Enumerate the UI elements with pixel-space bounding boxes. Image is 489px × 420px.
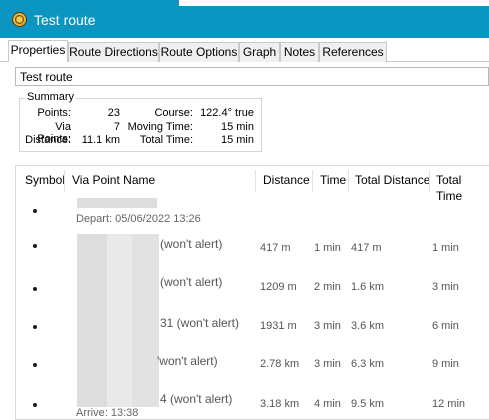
tab-strip: Properties Route Directions Route Option…: [8, 40, 489, 62]
column-divider[interactable]: [64, 170, 65, 192]
redacted-name: [132, 266, 159, 304]
list-row[interactable]: (won't alert) 1209 m 2 min 1.6 km 3 min: [16, 266, 489, 304]
route-name-field[interactable]: [15, 67, 489, 86]
total-time-cell: 12 min: [432, 398, 466, 410]
course-value: 122.4° true: [200, 107, 254, 119]
depart-time: Depart: 05/06/2022 13:26: [76, 213, 201, 225]
distance-cell: 1209 m: [260, 281, 297, 293]
total-distance-cell: 1.6 km: [351, 281, 385, 293]
tab-graph[interactable]: Graph: [239, 42, 280, 62]
total-time-cell: 6 min: [432, 320, 459, 332]
list-row[interactable]: (won't alert) 417 m 1 min 417 m 1 min: [16, 228, 489, 266]
tab-notes[interactable]: Notes: [280, 42, 319, 62]
redacted-name: [132, 234, 159, 266]
window-title: Test route: [34, 12, 96, 28]
list-row[interactable]: 31 (won't alert) 1931 m 3 min 3.6 km 6 m…: [16, 304, 489, 342]
column-header-name[interactable]: Via Point Name: [72, 172, 155, 196]
via-point-symbol-icon: [33, 325, 37, 329]
redacted-name: [77, 234, 107, 266]
column-divider[interactable]: [429, 170, 430, 192]
via-points-value: 7: [113, 121, 120, 133]
column-divider[interactable]: [255, 170, 256, 192]
via-point-name: 31 (won't alert): [160, 316, 239, 330]
distance-value: 11.1 km: [81, 134, 120, 146]
distance-cell: 2.78 km: [260, 358, 300, 370]
via-point-symbol-icon: [33, 363, 37, 367]
distance-cell: 1931 m: [260, 320, 297, 332]
via-point-symbol-icon: [33, 244, 37, 248]
via-point-symbol-icon: [33, 287, 37, 291]
total-time-cell: 1 min: [432, 242, 459, 254]
column-header-time[interactable]: Time: [320, 172, 346, 196]
column-divider[interactable]: [348, 170, 349, 192]
distance-cell: 3.18 km: [260, 398, 300, 410]
via-points-list[interactable]: Symbol Via Point Name Distance Time Tota…: [15, 165, 489, 420]
list-row-depart[interactable]: Depart: 05/06/2022 13:26: [16, 196, 489, 228]
redacted-name: [77, 266, 107, 304]
redacted-name: [132, 304, 159, 342]
redacted-name: [107, 342, 132, 380]
time-cell: 2 min: [314, 281, 341, 293]
total-time-value: 15 min: [220, 134, 254, 146]
redacted-name: [77, 342, 107, 380]
via-point-symbol-icon: [33, 403, 37, 407]
tab-route-directions[interactable]: Route Directions: [68, 42, 159, 62]
total-distance-cell: 6.3 km: [351, 358, 385, 370]
total-distance-cell: 3.6 km: [351, 320, 385, 332]
redacted-name: [107, 234, 132, 266]
redacted-name: [77, 304, 107, 342]
redacted-name: [107, 380, 132, 407]
via-point-name: (won't alert): [160, 275, 223, 289]
redacted-name: [132, 380, 159, 407]
time-cell: 3 min: [314, 358, 341, 370]
column-divider[interactable]: [312, 170, 313, 192]
distance-cell: 417 m: [260, 242, 291, 254]
summary-label: Summary: [25, 91, 77, 103]
points-value: 23: [107, 107, 120, 119]
app-icon[interactable]: [12, 12, 27, 27]
moving-time-label: Moving Time:: [127, 121, 193, 133]
total-time-cell: 9 min: [432, 358, 459, 370]
column-header-total-time[interactable]: Total Time: [436, 172, 489, 203]
redacted-name: [107, 304, 132, 342]
time-cell: 3 min: [314, 320, 341, 332]
column-header-total-distance[interactable]: Total Distance: [355, 172, 430, 196]
total-distance-cell: 9.5 km: [351, 398, 385, 410]
course-label: Course:: [154, 107, 193, 119]
arrive-time: Arrive: 13:38: [76, 407, 139, 419]
redacted-name: [132, 342, 159, 380]
tab-properties[interactable]: Properties: [8, 40, 68, 62]
moving-time-value: 15 min: [220, 121, 254, 133]
list-row-arrive[interactable]: 4 (won't alert) Arrive: 13:38 3.18 km 4 …: [16, 380, 489, 419]
time-cell: 1 min: [314, 242, 341, 254]
desktop-background: [179, 0, 489, 6]
via-point-name: (won't alert): [160, 237, 223, 251]
column-header-symbol[interactable]: Symbol: [25, 172, 65, 196]
via-point-name: 4 (won't alert): [160, 392, 233, 406]
time-cell: 4 min: [314, 398, 341, 410]
redacted-name: [107, 266, 132, 304]
via-point-name: 'won't alert): [157, 354, 218, 368]
column-header-distance[interactable]: Distance: [263, 172, 310, 196]
points-label: Points:: [37, 107, 71, 119]
redacted-name: [77, 198, 157, 208]
tab-route-options[interactable]: Route Options: [159, 42, 239, 62]
tab-references[interactable]: References: [319, 42, 387, 62]
via-point-symbol-icon: [33, 209, 37, 213]
total-time-cell: 3 min: [432, 281, 459, 293]
title-bar: Test route: [0, 0, 489, 38]
distance-label: Distance:: [25, 134, 71, 146]
total-distance-cell: 417 m: [351, 242, 382, 254]
list-row[interactable]: 'won't alert) 2.78 km 3 min 6.3 km 9 min: [16, 342, 489, 380]
redacted-name: [77, 380, 107, 407]
total-time-label: Total Time:: [139, 134, 193, 146]
